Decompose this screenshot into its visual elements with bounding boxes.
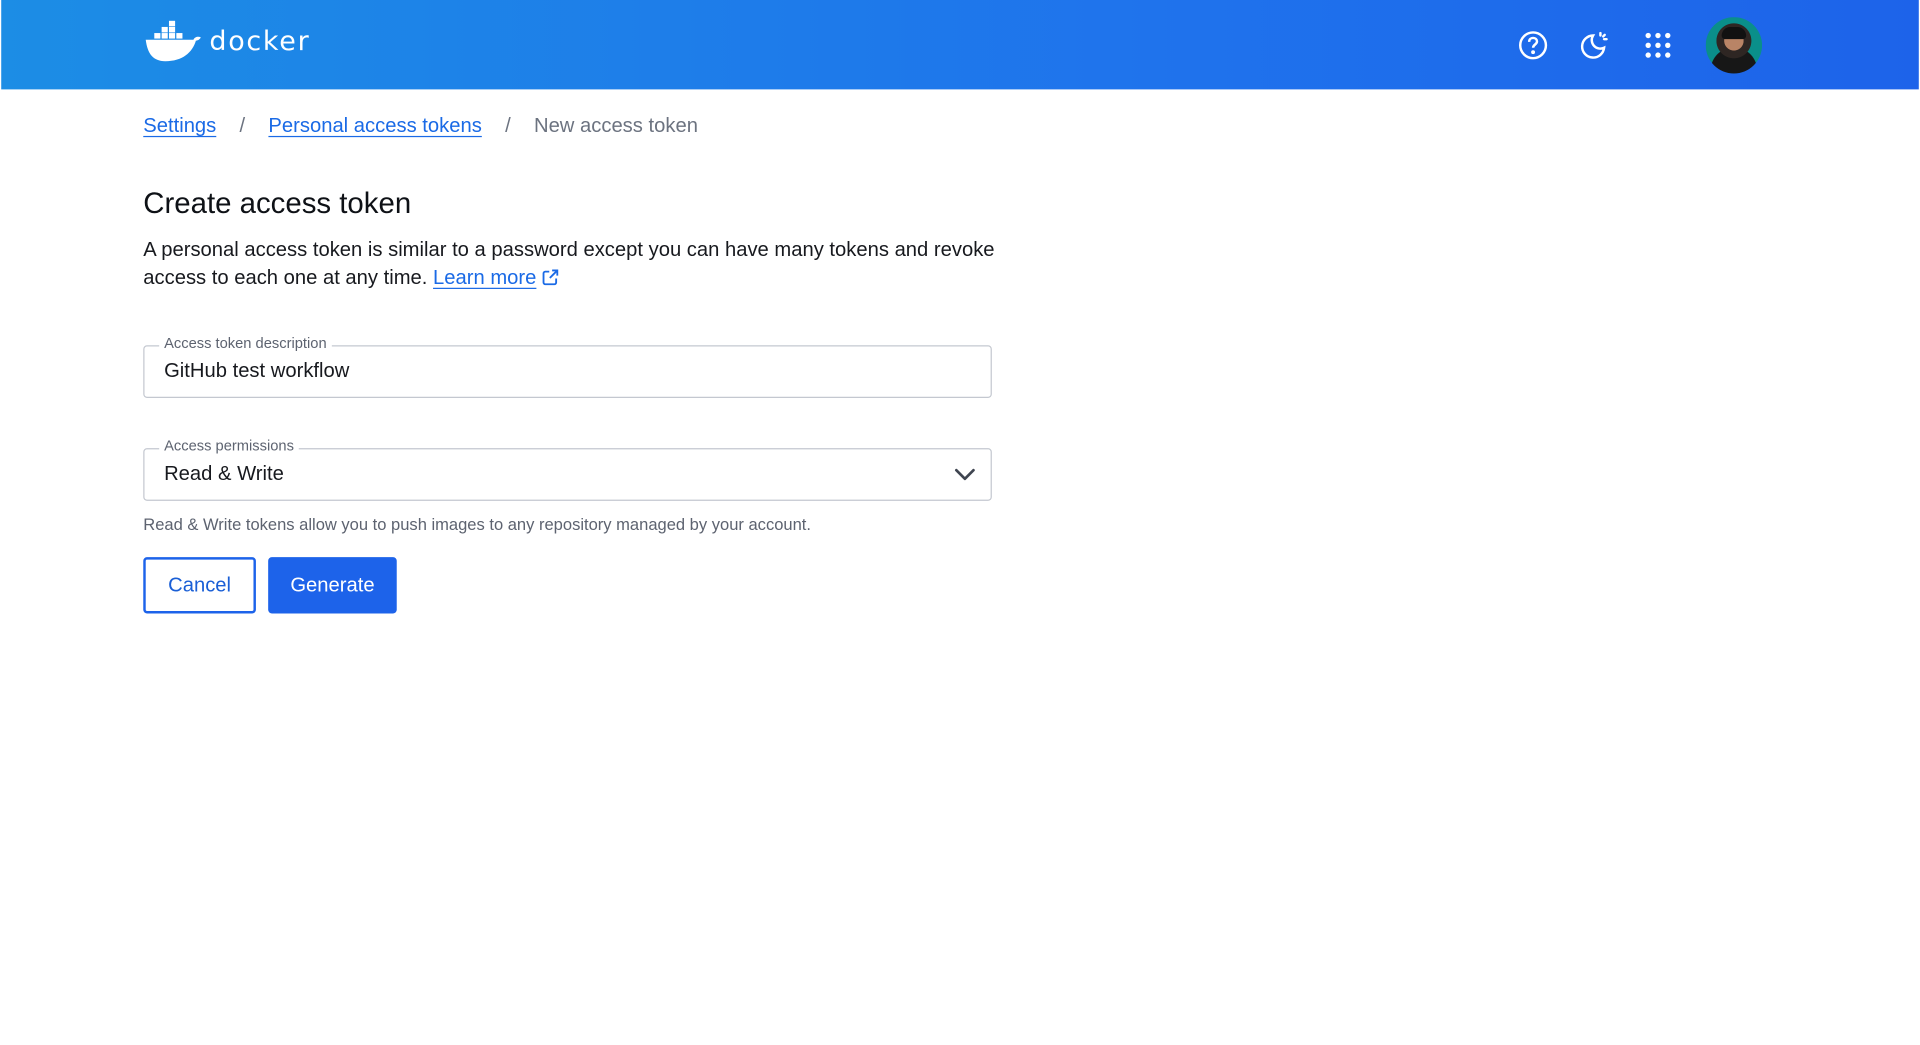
breadcrumb-settings-link[interactable]: Settings bbox=[143, 115, 216, 138]
theme-toggle-icon[interactable] bbox=[1578, 29, 1610, 61]
help-icon[interactable] bbox=[1517, 29, 1549, 61]
breadcrumb: Settings / Personal access tokens / New … bbox=[143, 115, 698, 138]
access-token-description-field[interactable]: Access token description GitHub test wor… bbox=[143, 334, 992, 398]
access-token-description-input[interactable]: GitHub test workflow bbox=[164, 360, 349, 383]
external-link-icon bbox=[542, 269, 559, 286]
breadcrumb-separator: / bbox=[239, 115, 246, 138]
apps-grid-icon[interactable] bbox=[1642, 29, 1674, 61]
chevron-down-icon bbox=[954, 468, 975, 481]
docker-whale-icon bbox=[145, 20, 201, 62]
access-token-description-label: Access token description bbox=[159, 334, 332, 352]
page-description: A personal access token is similar to a … bbox=[143, 236, 1000, 292]
generate-button[interactable]: Generate bbox=[268, 557, 397, 614]
top-nav-bar: docker bbox=[1, 0, 1919, 90]
page-title: Create access token bbox=[143, 187, 412, 221]
breadcrumb-separator: / bbox=[505, 115, 511, 138]
page: docker Settings / Personal access tokens… bbox=[0, 0, 1920, 1044]
logo-text: docker bbox=[209, 26, 311, 57]
cancel-button[interactable]: Cancel bbox=[143, 557, 256, 614]
breadcrumb-personal-access-tokens-link[interactable]: Personal access tokens bbox=[268, 115, 481, 138]
access-permissions-value: Read & Write bbox=[164, 462, 284, 485]
access-permissions-select[interactable]: Access permissions Read & Write bbox=[143, 437, 992, 501]
access-permissions-helper-text: Read & Write tokens allow you to push im… bbox=[143, 515, 811, 534]
description-text: A personal access token is similar to a … bbox=[143, 238, 995, 289]
access-permissions-label: Access permissions bbox=[159, 437, 299, 455]
learn-more-link[interactable]: Learn more bbox=[433, 267, 536, 289]
user-avatar[interactable] bbox=[1705, 17, 1763, 74]
breadcrumb-current-page: New access token bbox=[533, 115, 698, 138]
docker-logo[interactable]: docker bbox=[143, 20, 310, 64]
